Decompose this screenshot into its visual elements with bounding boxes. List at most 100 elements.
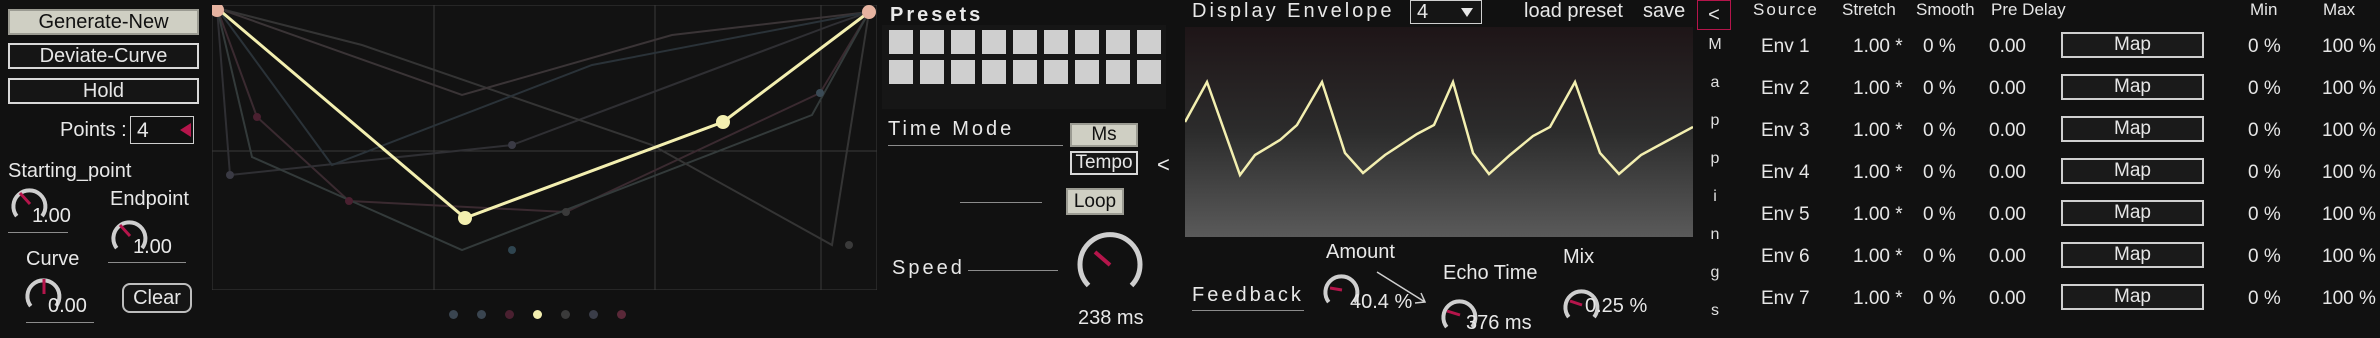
preset-slot[interactable]: [1013, 30, 1037, 54]
map-button[interactable]: Map: [2061, 116, 2204, 142]
mappings-letter: M: [1708, 36, 1722, 53]
preset-slot[interactable]: [982, 30, 1006, 54]
points-number-box[interactable]: 4: [130, 116, 194, 144]
slot-dot[interactable]: [449, 310, 458, 319]
row-smooth[interactable]: 0 %: [1923, 162, 1956, 184]
map-button[interactable]: Map: [2061, 74, 2204, 100]
row-smooth[interactable]: 0 %: [1923, 120, 1956, 142]
collapse-left-icon[interactable]: <: [1157, 152, 1170, 178]
preset-slot[interactable]: [1106, 60, 1130, 84]
row-pre-delay[interactable]: 0.00: [1989, 162, 2026, 184]
row-pre-delay[interactable]: 0.00: [1989, 246, 2026, 268]
loop-toggle[interactable]: Loop: [1066, 188, 1124, 215]
save-link[interactable]: save: [1643, 0, 1685, 23]
header-max: Max: [2323, 0, 2356, 19]
preset-slot[interactable]: [1044, 60, 1068, 84]
slot-dot[interactable]: [617, 310, 626, 319]
row-stretch[interactable]: 1.00 *: [1853, 246, 1903, 268]
map-button[interactable]: Map: [2061, 242, 2204, 268]
row-max[interactable]: 100 %: [2322, 78, 2376, 100]
row-pre-delay[interactable]: 0.00: [1989, 120, 2026, 142]
row-pre-delay[interactable]: 0.00: [1989, 36, 2026, 58]
load-preset-link[interactable]: load preset: [1524, 0, 1623, 23]
header-min: Min: [2250, 0, 2278, 19]
row-max[interactable]: 100 %: [2322, 204, 2376, 226]
preset-slot[interactable]: [1137, 30, 1161, 54]
row-max[interactable]: 100 %: [2322, 162, 2376, 184]
preset-slot[interactable]: [920, 30, 944, 54]
preset-slot[interactable]: [1013, 60, 1037, 84]
row-max[interactable]: 100 %: [2322, 120, 2376, 142]
row-pre-delay[interactable]: 0.00: [1989, 204, 2026, 226]
header-pre-delay: Pre Delay: [1991, 0, 2066, 19]
slot-dot-active[interactable]: [533, 310, 542, 319]
row-source: Env 3: [1761, 120, 1810, 141]
preset-slot[interactable]: [982, 60, 1006, 84]
header-smooth: Smooth: [1916, 0, 1975, 19]
row-max[interactable]: 100 %: [2322, 246, 2376, 268]
points-label: Points :: [60, 119, 127, 141]
clear-button[interactable]: Clear: [122, 283, 192, 313]
row-min[interactable]: 0 %: [2248, 78, 2281, 100]
preset-slot[interactable]: [951, 60, 975, 84]
curve-point-handle[interactable]: [716, 115, 730, 129]
speed-dial[interactable]: [1070, 230, 1150, 304]
row-smooth[interactable]: 0 %: [1923, 204, 1956, 226]
preset-slot[interactable]: [1075, 60, 1099, 84]
map-button[interactable]: Map: [2061, 284, 2204, 310]
deviate-curve-button[interactable]: Deviate-Curve: [8, 43, 199, 69]
preset-slot[interactable]: [1137, 60, 1161, 84]
time-mode-label: Time Mode: [888, 118, 1015, 140]
row-smooth[interactable]: 0 %: [1923, 78, 1956, 100]
preset-slot[interactable]: [889, 60, 913, 84]
row-stretch[interactable]: 1.00 *: [1853, 36, 1903, 58]
preset-slot[interactable]: [889, 30, 913, 54]
row-min[interactable]: 0 %: [2248, 288, 2281, 310]
slot-dot[interactable]: [561, 310, 570, 319]
row-stretch[interactable]: 1.00 *: [1853, 78, 1903, 100]
row-smooth[interactable]: 0 %: [1923, 246, 1956, 268]
row-stretch[interactable]: 1.00 *: [1853, 288, 1903, 310]
slot-dot[interactable]: [505, 310, 514, 319]
row-max[interactable]: 100 %: [2322, 36, 2376, 58]
row-stretch[interactable]: 1.00 *: [1853, 162, 1903, 184]
preset-grid[interactable]: [889, 30, 1165, 84]
ms-toggle[interactable]: Ms: [1070, 123, 1138, 147]
row-min[interactable]: 0 %: [2248, 36, 2281, 58]
generate-new-button[interactable]: Generate-New: [8, 9, 199, 35]
preset-slot[interactable]: [1044, 30, 1068, 54]
curve-editor[interactable]: [212, 5, 877, 290]
curve-point-handle[interactable]: [458, 211, 472, 225]
row-smooth[interactable]: 0 %: [1923, 288, 1956, 310]
hold-button[interactable]: Hold: [8, 78, 199, 104]
row-smooth[interactable]: 0 %: [1923, 36, 1956, 58]
row-min[interactable]: 0 %: [2248, 204, 2281, 226]
row-stretch[interactable]: 1.00 *: [1853, 120, 1903, 142]
preset-slot[interactable]: [1075, 30, 1099, 54]
slot-dot[interactable]: [477, 310, 486, 319]
row-max[interactable]: 100 %: [2322, 288, 2376, 310]
row-min[interactable]: 0 %: [2248, 162, 2281, 184]
row-min[interactable]: 0 %: [2248, 120, 2281, 142]
row-pre-delay[interactable]: 0.00: [1989, 78, 2026, 100]
tempo-toggle[interactable]: Tempo: [1070, 151, 1138, 175]
feedback-underline: [1192, 310, 1304, 311]
row-pre-delay[interactable]: 0.00: [1989, 288, 2026, 310]
preset-slot[interactable]: [920, 60, 944, 84]
preset-slot[interactable]: [951, 30, 975, 54]
envelope-select[interactable]: 4: [1410, 0, 1482, 24]
map-button[interactable]: Map: [2061, 32, 2204, 58]
row-stretch[interactable]: 1.00 *: [1853, 204, 1903, 226]
curve-underline: [26, 322, 94, 323]
speed-value: 238 ms: [1078, 307, 1144, 329]
ghost-point: [562, 208, 570, 216]
arrow-icon: [1376, 271, 1427, 304]
curve-end-handle[interactable]: [862, 5, 876, 19]
mappings-collapse-button[interactable]: <: [1697, 0, 1731, 30]
preset-slot[interactable]: [1106, 30, 1130, 54]
ghost-point: [508, 246, 516, 254]
row-min[interactable]: 0 %: [2248, 246, 2281, 268]
map-button[interactable]: Map: [2061, 200, 2204, 226]
slot-dot[interactable]: [589, 310, 598, 319]
map-button[interactable]: Map: [2061, 158, 2204, 184]
